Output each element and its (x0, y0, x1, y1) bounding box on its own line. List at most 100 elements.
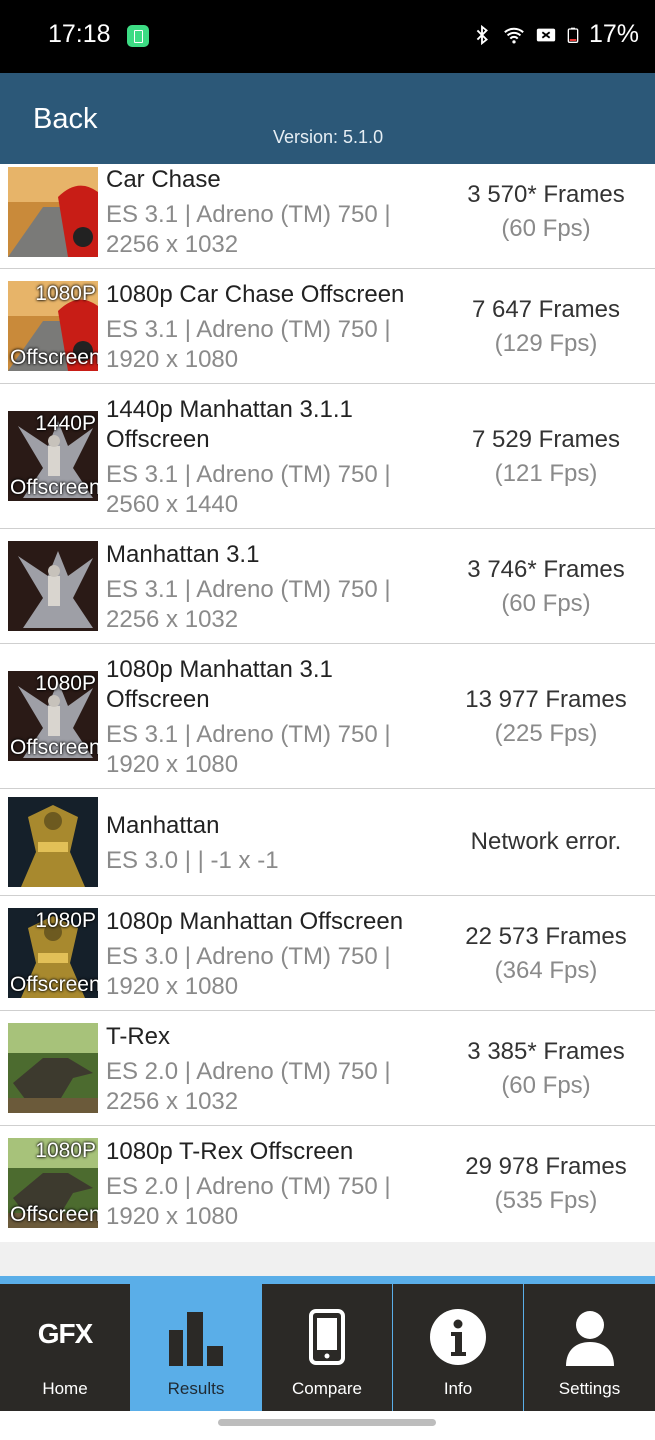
tab-label: Info (443, 1379, 473, 1398)
score-fps: (60 Fps) (501, 590, 591, 617)
test-score: 7 529 Frames (121 Fps) (440, 423, 652, 491)
test-thumbnail: 1080P Offscreen (8, 908, 98, 998)
test-thumbnail (8, 167, 98, 257)
result-row[interactable]: T-Rex ES 2.0 | Adreno (TM) 750 | 2256 x … (0, 1011, 655, 1126)
bar-chart-icon (169, 1312, 223, 1366)
score-frames: 29 978 Frames (465, 1153, 627, 1180)
score-frames: 13 977 Frames (465, 686, 627, 713)
test-details: ES 3.1 | Adreno (TM) 750 | 2560 x 1440 (106, 461, 391, 518)
version-label: Version: 5.1.0 (273, 127, 384, 147)
score-frames: 3 385* Frames (467, 1038, 625, 1065)
test-thumbnail: 1080P Offscreen (8, 671, 98, 761)
result-row[interactable]: 1080P Offscreen 1080p T-Rex Offscreen ES… (0, 1126, 655, 1241)
battery-saver-icon (127, 25, 149, 47)
tab-home[interactable]: GFX Home (0, 1284, 130, 1411)
test-title: 1080p Manhattan Offscreen (106, 908, 404, 935)
car-chase-thumbnail (8, 167, 98, 257)
result-row[interactable]: 1080P Offscreen 1080p Manhattan Offscree… (0, 896, 655, 1011)
status-time: 17:18 (48, 20, 111, 48)
tab-label: Settings (558, 1379, 621, 1398)
trex-thumbnail (8, 1023, 98, 1113)
result-row[interactable]: Manhattan ES 3.0 | | -1 x -1 Network err… (0, 789, 655, 896)
score-frames: Network error. (470, 828, 622, 855)
test-score: 3 385* Frames (60 Fps) (440, 1035, 652, 1103)
offscreen-badge: Offscreen (10, 346, 98, 369)
result-row[interactable]: 1440P Offscreen 1440p Manhattan 3.1.1 Of… (0, 384, 655, 529)
test-thumbnail: 1080P Offscreen (8, 1138, 98, 1228)
test-details: ES 3.1 | Adreno (TM) 750 | 2256 x 1032 (106, 576, 391, 633)
offscreen-badge: Offscreen (10, 736, 98, 759)
score-frames: 7 529 Frames (471, 426, 621, 453)
tab-settings[interactable]: Settings (524, 1284, 655, 1411)
test-title: 1080p Car Chase Offscreen (106, 281, 405, 308)
back-button[interactable]: Back (33, 103, 97, 136)
test-details: ES 3.1 | Adreno (TM) 750 | 1920 x 1080 (106, 721, 391, 778)
info-icon (430, 1309, 486, 1365)
resolution-badge: 1080P (35, 909, 96, 932)
tab-results[interactable]: Results (131, 1284, 261, 1411)
score-fps: (225 Fps) (494, 720, 598, 747)
no-sim-icon (536, 28, 556, 41)
tab-label: Home (42, 1379, 88, 1398)
tab-label: Results (167, 1379, 225, 1398)
user-icon (565, 1311, 614, 1366)
test-details: ES 2.0 | Adreno (TM) 750 | 1920 x 1080 (106, 1173, 391, 1230)
test-details: ES 3.1 | Adreno (TM) 750 | 2256 x 1032 (106, 201, 391, 258)
resolution-badge: 1080P (35, 1139, 96, 1162)
score-frames: 3 570* Frames (467, 181, 625, 208)
offscreen-badge: Offscreen (10, 973, 98, 996)
test-title: Car Chase (106, 166, 221, 193)
test-score: 29 978 Frames (535 Fps) (440, 1150, 652, 1218)
status-bar: 17:18 17% (0, 0, 655, 73)
test-score: 3 746* Frames (60 Fps) (440, 553, 652, 621)
score-fps: (121 Fps) (494, 460, 598, 487)
home-gesture-handle[interactable] (218, 1419, 436, 1426)
test-score: 13 977 Frames (225 Fps) (440, 683, 652, 751)
test-title: Manhattan 3.1 (106, 541, 260, 568)
tab-label: Compare (292, 1379, 362, 1398)
phone-icon (309, 1309, 345, 1365)
score-frames: 7 647 Frames (471, 296, 621, 323)
offscreen-badge: Offscreen (10, 1203, 98, 1226)
gfx-logo-icon: GFX (37, 1318, 94, 1349)
resolution-badge: 1440P (35, 412, 96, 435)
resolution-badge: 1080P (35, 672, 96, 695)
test-details: ES 3.1 | Adreno (TM) 750 | 1920 x 1080 (106, 316, 391, 373)
list-footer-spacer (0, 1242, 655, 1276)
tab-compare[interactable]: Compare (262, 1284, 392, 1411)
test-thumbnail (8, 797, 98, 887)
test-thumbnail: 1440P Offscreen (8, 411, 98, 501)
test-title: T-Rex (106, 1023, 171, 1050)
status-icons: 17% (471, 20, 639, 49)
offscreen-badge: Offscreen (10, 476, 98, 499)
manhattan-thumbnail (8, 797, 98, 887)
test-score: 3 570* Frames (60 Fps) (440, 178, 652, 246)
result-row[interactable]: Manhattan 3.1 ES 3.1 | Adreno (TM) 750 |… (0, 529, 655, 644)
score-fps: (364 Fps) (494, 957, 598, 984)
battery-percent: 17% (588, 20, 639, 48)
score-frames: 22 573 Frames (465, 923, 627, 950)
test-thumbnail (8, 541, 98, 631)
result-row[interactable]: 1080P Offscreen 1080p Manhattan 3.1 Offs… (0, 644, 655, 789)
app-header: Back Version: 5.1.0 (0, 73, 655, 164)
test-score: 7 647 Frames (129 Fps) (440, 293, 652, 361)
result-row[interactable]: 1080P Offscreen 1080p Car Chase Offscree… (0, 269, 655, 384)
test-thumbnail (8, 1023, 98, 1113)
manhattan31-thumbnail (8, 541, 98, 631)
test-score: Network error. (440, 825, 652, 859)
test-details: ES 3.0 | | -1 x -1 (106, 847, 279, 874)
resolution-badge: 1080P (35, 282, 96, 305)
system-nav-bar (0, 1411, 655, 1440)
test-title: 1440p Manhattan 3.1.1 Offscreen (106, 396, 353, 453)
test-details: ES 3.0 | Adreno (TM) 750 | 1920 x 1080 (106, 943, 391, 1000)
score-fps: (60 Fps) (501, 215, 591, 242)
test-title: 1080p Manhattan 3.1 Offscreen (106, 656, 333, 713)
score-fps: (535 Fps) (494, 1187, 598, 1214)
tab-info[interactable]: Info (393, 1284, 523, 1411)
result-row[interactable]: Car Chase ES 3.1 | Adreno (TM) 750 | 225… (0, 164, 655, 269)
battery-icon (567, 27, 579, 43)
wifi-icon (504, 27, 524, 44)
test-title: 1080p T-Rex Offscreen (106, 1138, 354, 1165)
score-fps: (129 Fps) (494, 330, 598, 357)
bottom-tab-bar: GFX Home Results Compare Info Settings (0, 1276, 655, 1411)
